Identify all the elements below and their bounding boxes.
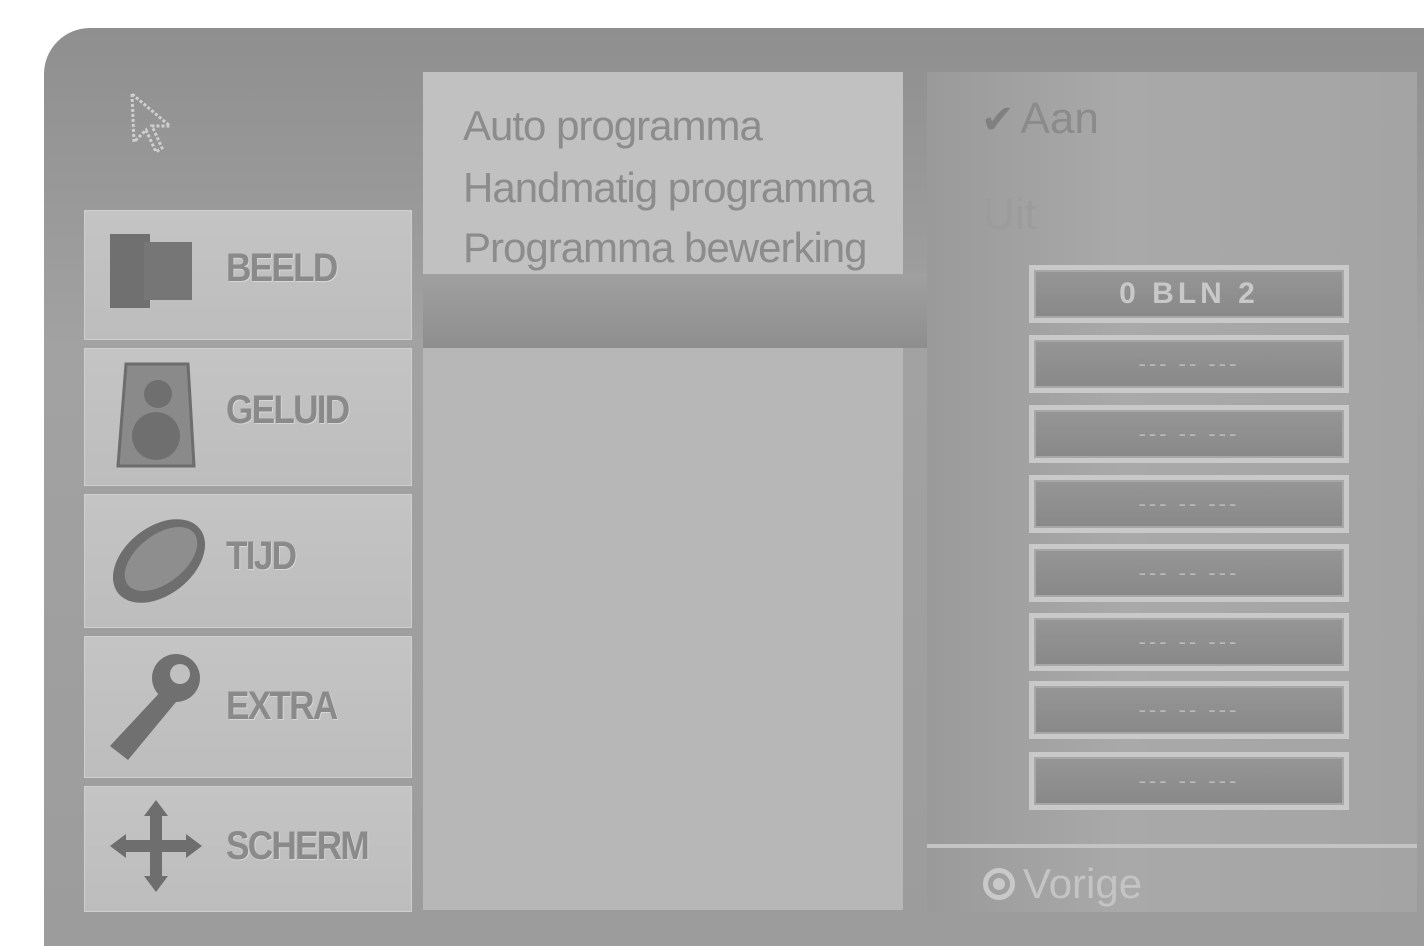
sidebar-item-beeld[interactable]: BEELD [84, 210, 412, 340]
channel-slot[interactable]: --- -- --- [1029, 544, 1349, 602]
sidebar-item-label: SCHERM [226, 824, 370, 868]
channel-slot[interactable]: --- -- --- [1029, 335, 1349, 393]
channel-slot[interactable]: --- -- --- [1029, 681, 1349, 739]
option-uit[interactable]: Uit [983, 190, 1037, 240]
sidebar-item-label: TIJD [226, 534, 297, 578]
speaker-icon [116, 362, 196, 468]
option-aan[interactable]: ✔ Aan [981, 94, 1099, 144]
options-panel: ✔ Aan Uit 0 BLN 2 --- -- --- --- -- --- -… [927, 72, 1417, 912]
channel-slot[interactable]: 0 BLN 2 [1029, 265, 1349, 323]
submenu-panel: Auto programma Handmatig programma Progr… [423, 72, 903, 274]
channel-slot[interactable]: --- -- --- [1029, 613, 1349, 671]
back-label: Vorige [1023, 860, 1143, 907]
sidebar-item-label: GELUID [226, 388, 350, 432]
lower-panel [423, 348, 903, 910]
sidebar-item-label: BEELD [226, 246, 338, 290]
channel-slot[interactable]: --- -- --- [1029, 752, 1349, 810]
divider [927, 844, 1417, 848]
picture-icon [110, 234, 192, 308]
ok-button-icon [983, 868, 1015, 900]
channel-slot[interactable]: --- -- --- [1029, 475, 1349, 533]
sidebar-item-extra[interactable]: EXTRA [84, 636, 412, 778]
check-icon: ✔ [981, 98, 1015, 142]
clock-icon [112, 519, 206, 603]
cursor-icon [130, 90, 175, 155]
channel-slot[interactable]: --- -- --- [1029, 405, 1349, 463]
sidebar-item-tijd[interactable]: TIJD [84, 494, 412, 628]
submenu-item-handmatig-programma[interactable]: Handmatig programma [463, 164, 875, 212]
sidebar-item-scherm[interactable]: SCHERM [84, 786, 412, 912]
sidebar-item-geluid[interactable]: GELUID [84, 348, 412, 486]
wrench-icon [110, 654, 200, 760]
back-button[interactable]: Vorige [983, 856, 1142, 912]
submenu-item-auto-programma[interactable]: Auto programma [463, 102, 763, 150]
osd-screen: BEELD GELUID TIJD EXTRA SCHERM Auto prog… [44, 28, 1424, 946]
selection-strip [423, 274, 933, 348]
submenu-item-programma-bewerking[interactable]: Programma bewerking [463, 224, 868, 272]
sidebar-item-label: EXTRA [226, 684, 338, 728]
option-aan-label: Aan [1020, 94, 1099, 143]
move-arrows-icon [110, 800, 202, 892]
